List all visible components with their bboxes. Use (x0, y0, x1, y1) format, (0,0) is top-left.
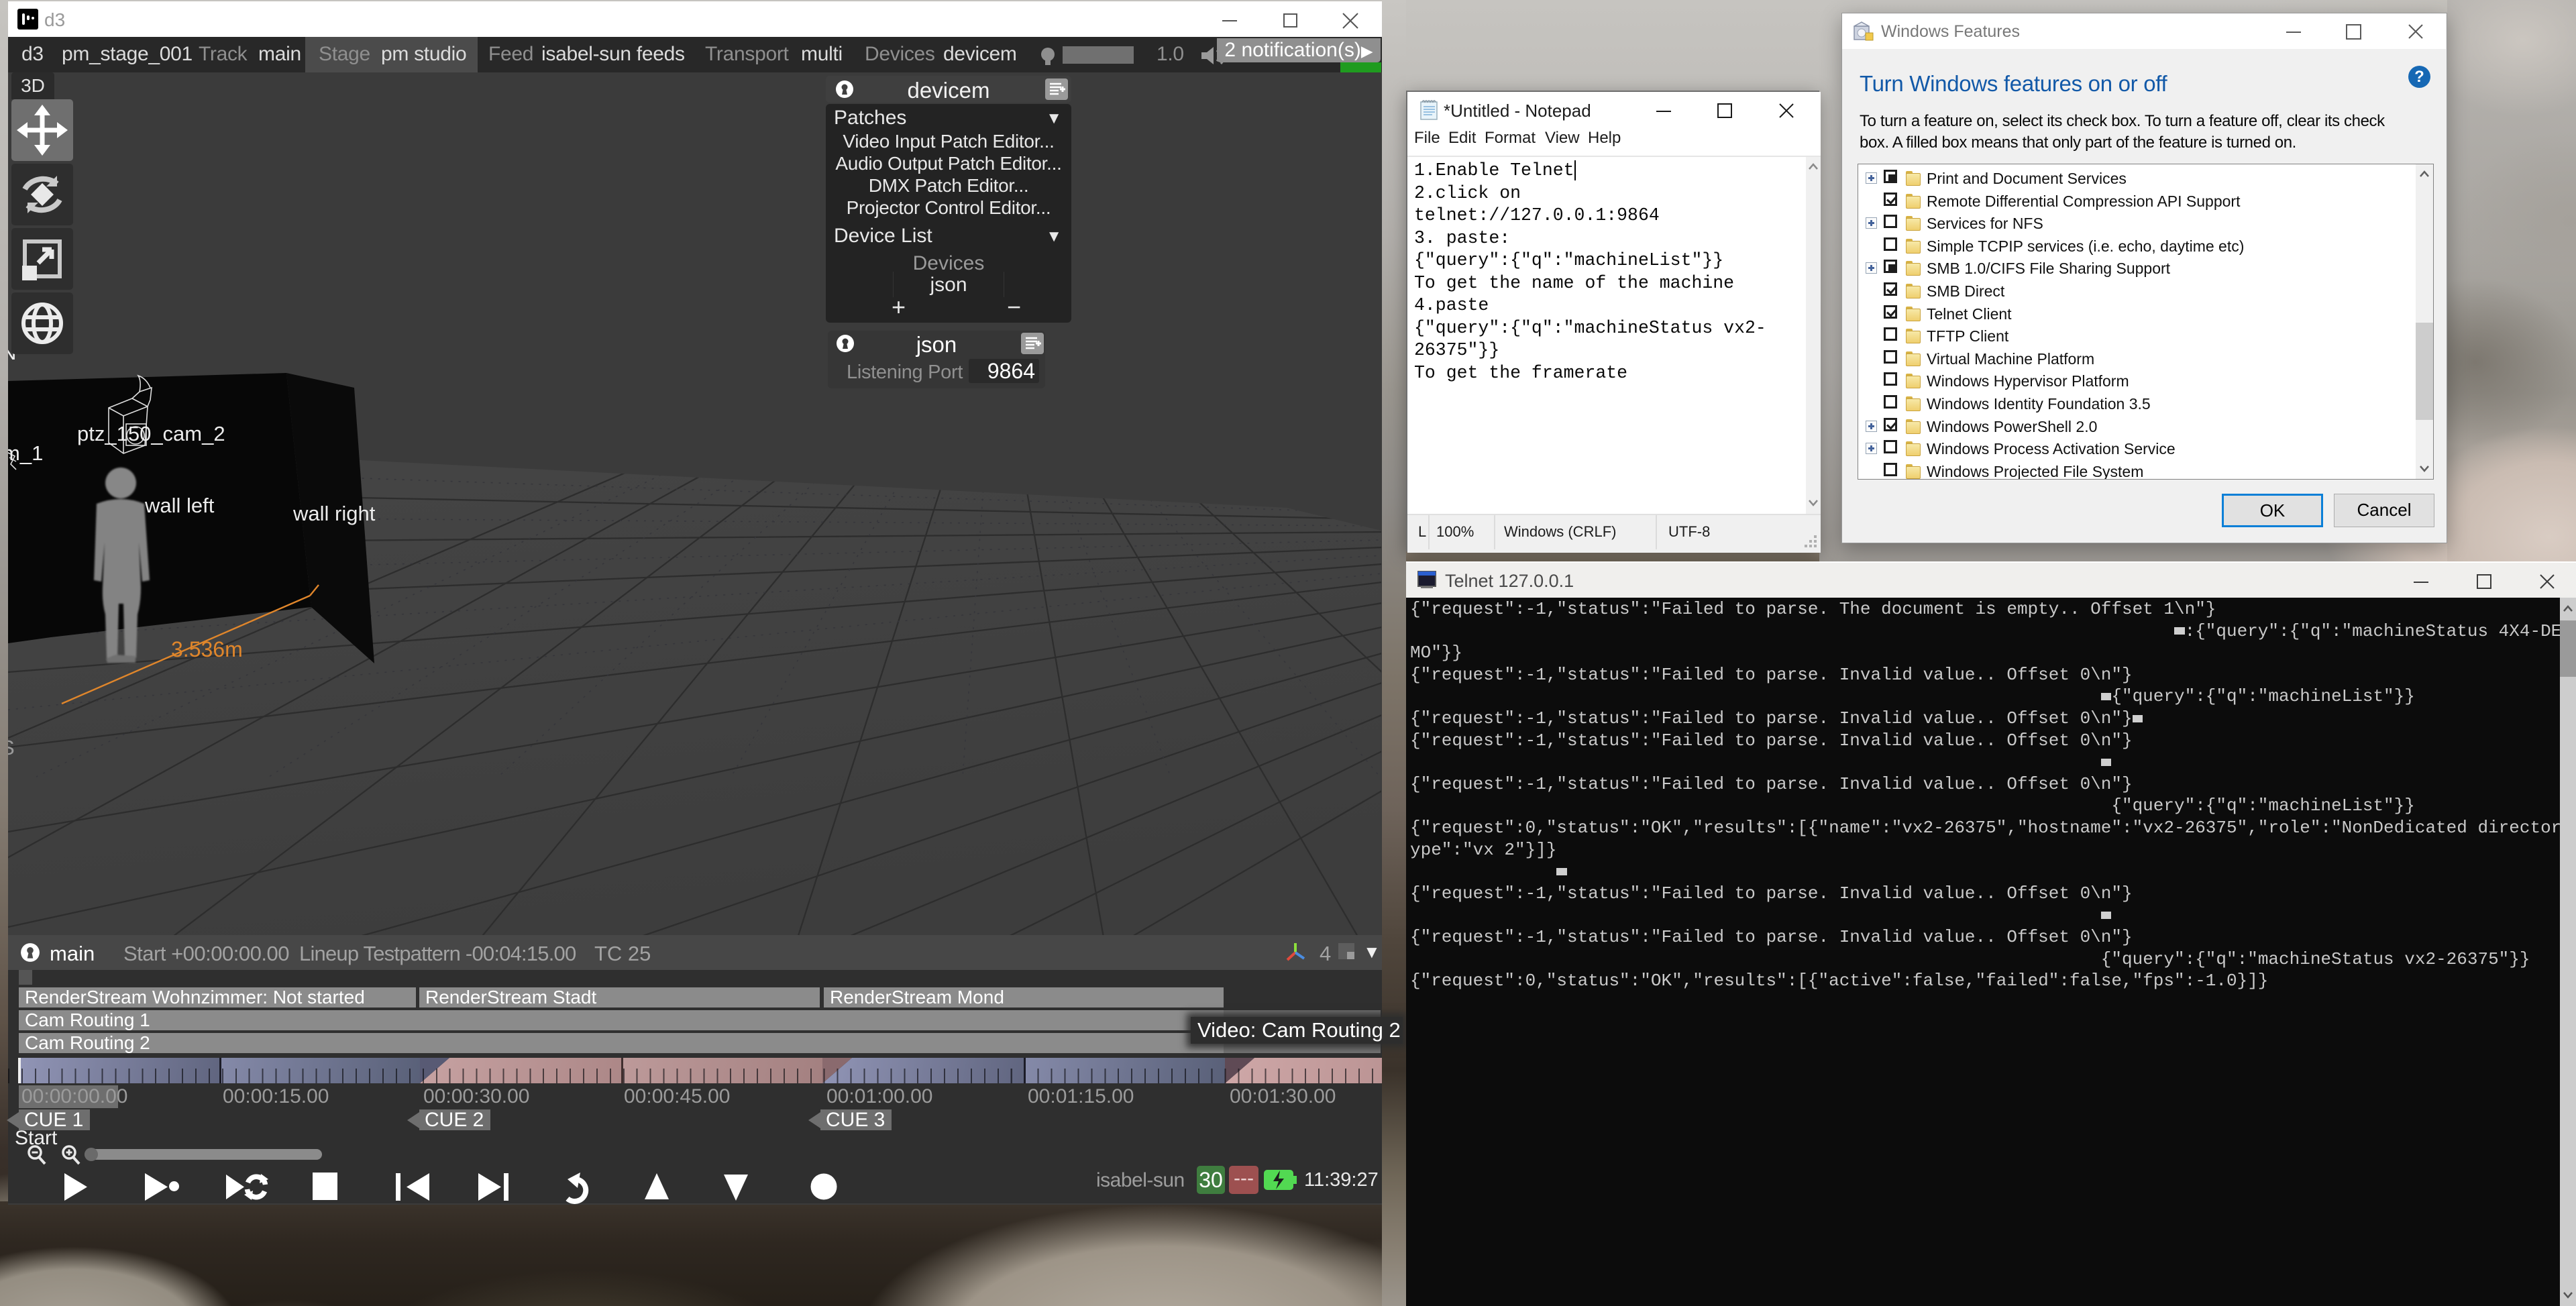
svg-text:ptz_150_cam_2: ptz_150_cam_2 (77, 422, 225, 445)
svg-text:wall left: wall left (144, 494, 215, 517)
svg-text:3.536m: 3.536m (171, 637, 243, 661)
svg-text:m_1: m_1 (8, 441, 43, 465)
svg-text:S: S (8, 736, 15, 759)
svg-text:wall right: wall right (292, 502, 376, 525)
